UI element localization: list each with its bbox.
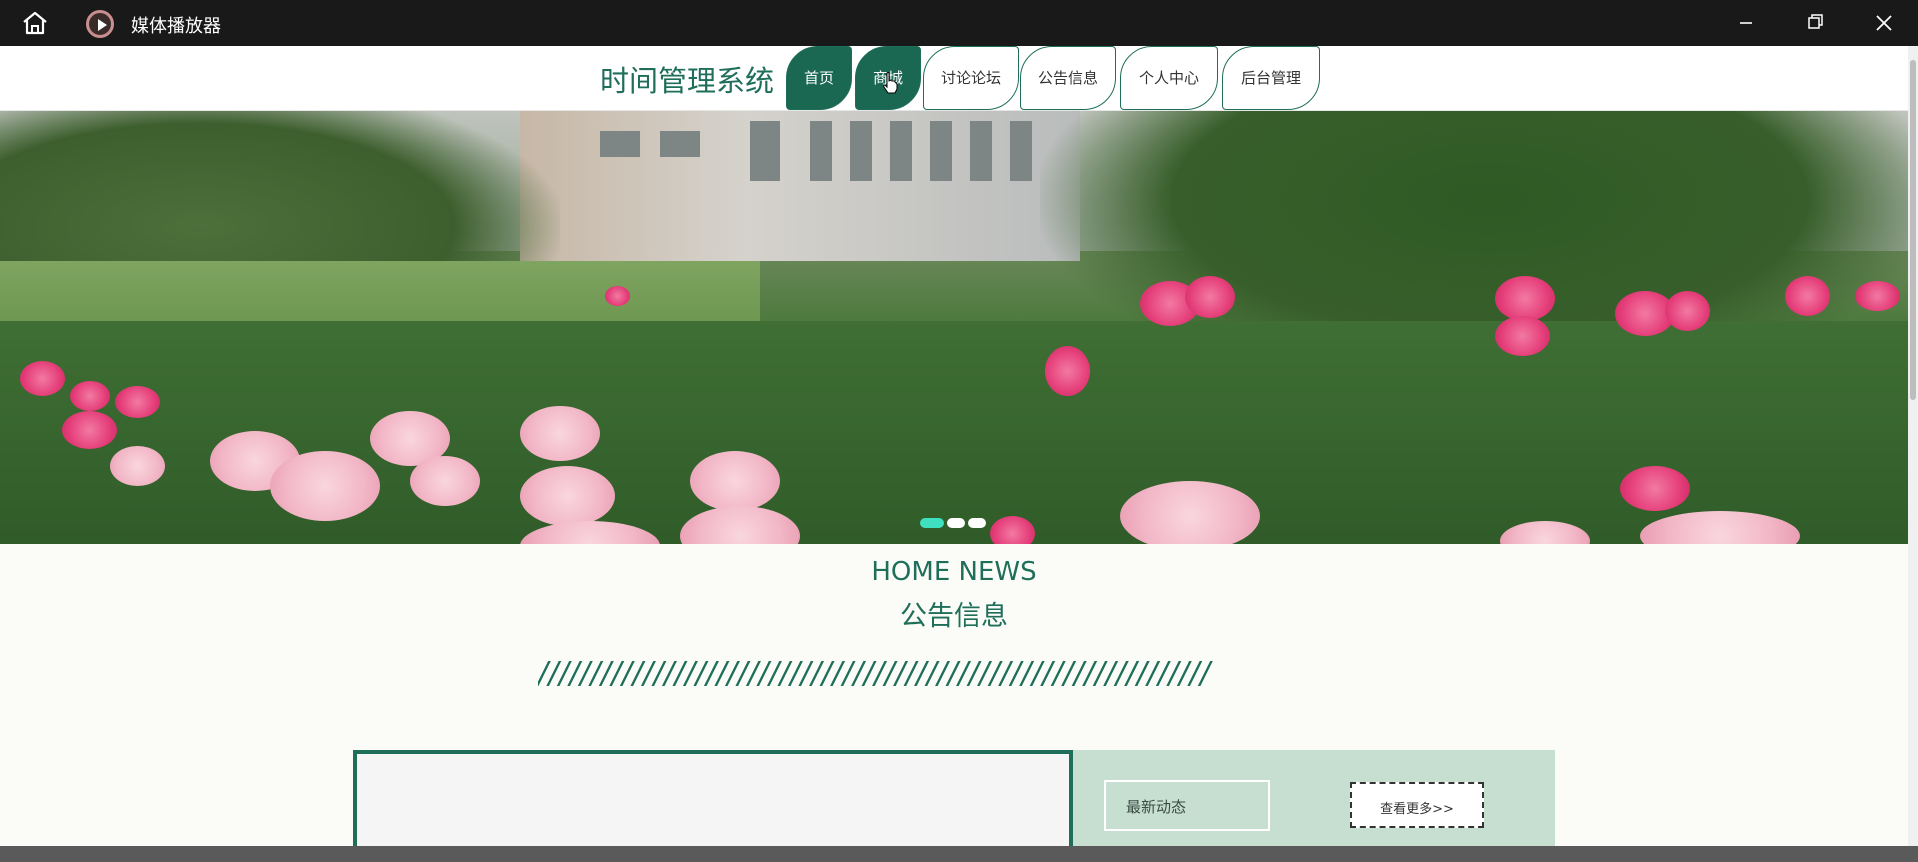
banner-flower xyxy=(70,381,110,411)
latest-news-label: 最新动态 xyxy=(1104,780,1270,831)
carousel-dot[interactable] xyxy=(968,518,986,528)
carousel-indicators xyxy=(920,513,989,528)
player-control-bar xyxy=(0,846,1918,862)
banner-flower xyxy=(110,446,165,486)
news-divider: ////////////////////////////////////////… xyxy=(538,656,1211,691)
minimize-icon[interactable] xyxy=(1726,8,1766,38)
window-title: 媒体播放器 xyxy=(131,16,221,37)
carousel-dot[interactable] xyxy=(947,518,965,528)
nav-item-notice[interactable]: 公告信息 xyxy=(1020,46,1116,110)
banner-building xyxy=(520,111,1080,261)
banner-flower xyxy=(1045,346,1090,396)
banner-flower xyxy=(1495,316,1550,356)
banner-flower xyxy=(1620,466,1690,511)
banner-flower xyxy=(270,451,380,521)
media-player-icon xyxy=(86,10,114,38)
scrollbar-thumb[interactable] xyxy=(1910,60,1916,400)
nav-item-admin[interactable]: 后台管理 xyxy=(1222,46,1320,110)
banner-flower xyxy=(1495,276,1555,321)
banner-flower xyxy=(115,386,160,418)
site-title: 时间管理系统 xyxy=(600,64,775,98)
close-icon[interactable] xyxy=(1864,8,1904,38)
banner-carousel[interactable] xyxy=(0,111,1908,544)
window-titlebar: 媒体播放器 xyxy=(0,0,1918,46)
banner-flower xyxy=(1185,276,1235,318)
nav-item-home[interactable]: 首页 xyxy=(786,46,852,110)
home-icon[interactable] xyxy=(20,10,50,36)
banner-flower xyxy=(1120,481,1260,544)
banner-flower xyxy=(20,361,65,396)
nav-item-forum[interactable]: 讨论论坛 xyxy=(923,46,1019,110)
banner-flower xyxy=(690,451,780,511)
nav-item-personal-center[interactable]: 个人中心 xyxy=(1120,46,1218,110)
news-heading-en: HOME NEWS xyxy=(871,557,1037,587)
top-navigation: 时间管理系统 首页 商城 讨论论坛 公告信息 个人中心 后台管理 xyxy=(0,46,1908,111)
banner-flower xyxy=(62,411,117,449)
banner-flower xyxy=(520,466,615,526)
view-more-button[interactable]: 查看更多>> xyxy=(1350,782,1484,828)
banner-flower xyxy=(605,286,630,306)
banner-flower xyxy=(410,456,480,506)
banner-flower xyxy=(1855,281,1900,311)
hand-cursor-icon xyxy=(883,72,898,94)
banner-flower xyxy=(520,406,600,461)
news-heading-cn: 公告信息 xyxy=(900,601,1008,632)
banner-flower xyxy=(1785,276,1830,316)
banner-flower xyxy=(990,516,1035,544)
banner-flower xyxy=(1665,291,1710,331)
restore-icon[interactable] xyxy=(1795,8,1835,38)
carousel-dot[interactable] xyxy=(920,518,944,528)
